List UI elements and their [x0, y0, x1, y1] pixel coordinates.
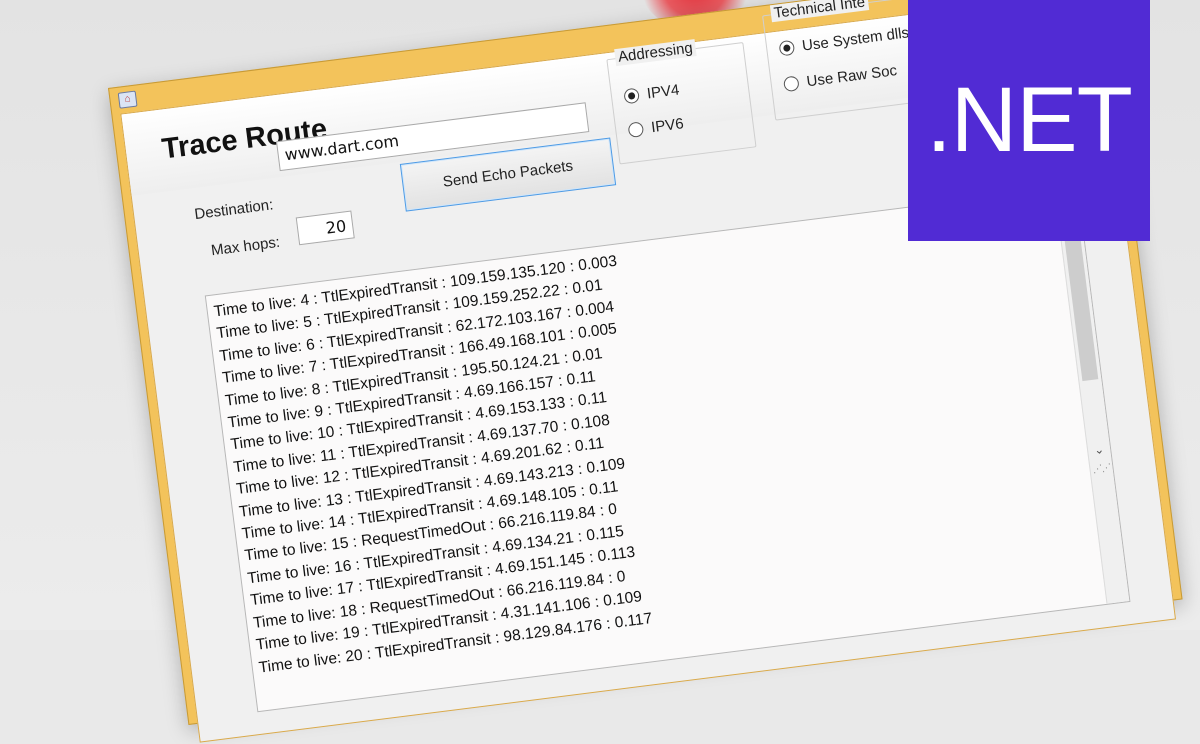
radio-use-system-dlls-label: Use System dlls [801, 24, 910, 55]
radio-ipv6[interactable]: IPV6 [627, 115, 685, 139]
max-hops-input[interactable]: 20 [295, 210, 355, 246]
radio-ipv6-indicator[interactable] [627, 121, 645, 139]
addressing-group-title: Addressing [614, 39, 697, 67]
radio-use-system-dlls[interactable]: Use System dlls [778, 24, 910, 57]
radio-use-raw-sockets-indicator[interactable] [782, 75, 800, 93]
trace-output-lines: Time to live: 4 : TtlExpiredTransit : 10… [213, 196, 1096, 679]
max-hops-label: Max hops: [210, 233, 281, 260]
technical-group-title: Technical Inte [769, 0, 869, 23]
scroll-down-icon[interactable]: ⌄ [1087, 438, 1111, 461]
radio-ipv4-label: IPV4 [645, 81, 681, 103]
radio-use-system-dlls-indicator[interactable] [778, 39, 796, 57]
radio-use-raw-sockets[interactable]: Use Raw Soc [782, 62, 898, 93]
app-window-icon[interactable]: ⌂ [117, 90, 138, 109]
resize-grip-icon[interactable]: ⋰⋰ [1092, 462, 1111, 475]
dotnet-logo-badge: .NET [908, 0, 1150, 241]
trace-output-textarea[interactable]: Time to live: 4 : TtlExpiredTransit : 10… [204, 185, 1131, 713]
addressing-group: Addressing IPV4 IPV6 [606, 39, 757, 165]
radio-use-raw-sockets-label: Use Raw Soc [805, 62, 898, 91]
radio-ipv4[interactable]: IPV4 [623, 81, 680, 105]
destination-label: Destination: [193, 196, 275, 224]
radio-ipv6-label: IPV6 [650, 115, 685, 137]
radio-ipv4-indicator[interactable] [623, 87, 641, 105]
